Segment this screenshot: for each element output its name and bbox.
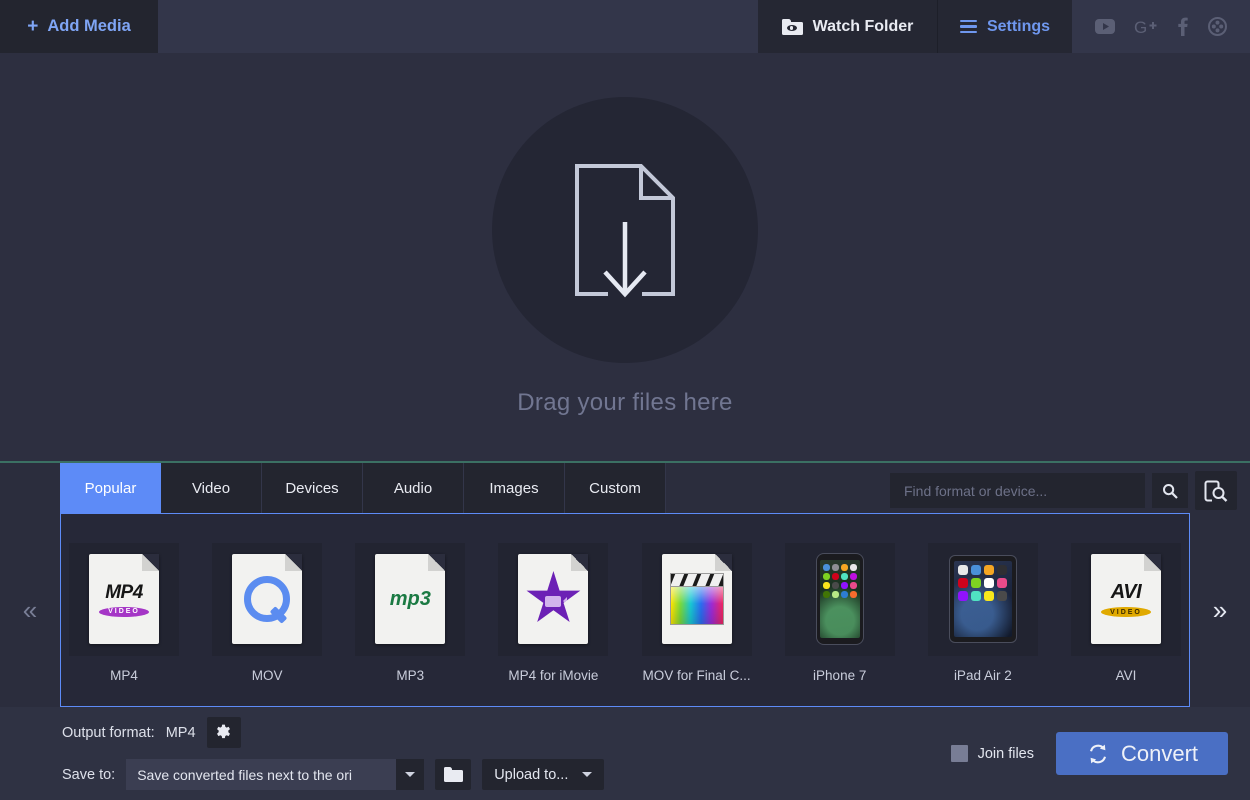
format-label: MP4 <box>110 667 138 683</box>
quicktime-file-icon <box>212 542 323 656</box>
svg-text:G: G <box>1134 18 1147 36</box>
tab-label: Popular <box>84 479 137 497</box>
tab-video[interactable]: Video <box>161 463 262 513</box>
save-to-label: Save to: <box>62 766 116 783</box>
film-reel-icon[interactable] <box>1207 17 1227 36</box>
format-label: MP4 for iMovie <box>508 667 599 683</box>
output-format-value: MP4 <box>165 724 196 741</box>
join-files-checkbox[interactable]: Join files <box>950 745 1034 762</box>
tab-audio[interactable]: Audio <box>363 463 464 513</box>
tab-label: Devices <box>285 479 339 497</box>
document-download-icon <box>575 164 675 300</box>
folder-icon <box>443 767 463 782</box>
carousel-next-button[interactable]: » <box>1190 513 1250 707</box>
format-search: Find format or device... <box>890 471 1237 510</box>
toolbar-spacer <box>158 0 758 53</box>
save-to-row: Save to: Save converted files next to th… <box>62 759 605 790</box>
upload-to-label: Upload to... <box>494 766 569 783</box>
chevron-down-icon <box>582 772 593 777</box>
refresh-cycle-icon <box>1089 744 1106 763</box>
drop-circle <box>492 97 758 363</box>
tab-label: Audio <box>393 479 433 497</box>
format-card-mp4-imovie[interactable]: MP4 for iMovie <box>498 542 609 683</box>
avi-file-icon: AVI VIDEO <box>1070 542 1181 656</box>
format-card-ipad-air-2[interactable]: iPad Air 2 <box>927 542 1038 683</box>
magnifier-icon <box>1163 483 1178 499</box>
chevron-right-icon: » <box>1212 594 1228 625</box>
save-to-value: Save converted files next to the ori <box>126 759 397 790</box>
ipad-device-icon <box>927 542 1038 656</box>
format-card-mov-finalcut[interactable]: MOV for Final C... <box>641 542 752 683</box>
watch-folder-button[interactable]: Watch Folder <box>758 0 938 53</box>
add-media-label: Add Media <box>47 17 131 35</box>
device-search-button[interactable] <box>1195 471 1237 510</box>
format-badge: VIDEO <box>99 606 149 617</box>
device-search-icon <box>1204 480 1228 502</box>
format-card-mp3[interactable]: mp3 MP3 <box>355 542 466 683</box>
top-toolbar: + Add Media Watch Folder Settings G <box>0 0 1250 53</box>
format-label: MOV for Final C... <box>642 667 751 683</box>
format-badge: VIDEO <box>1101 607 1151 617</box>
tab-label: Video <box>191 479 231 497</box>
format-label: MOV <box>251 667 283 683</box>
mp4-file-icon: MP4 VIDEO <box>69 542 179 656</box>
format-label: iPhone 7 <box>813 667 867 683</box>
tab-label: Custom <box>589 479 641 497</box>
tab-label: Images <box>489 479 539 497</box>
social-links: G <box>1072 0 1250 53</box>
format-list: MP4 VIDEO MP4 MOV mp3 MP3 MP4 for iMovie… <box>60 513 1190 707</box>
format-label: MP3 <box>396 667 425 683</box>
join-files-label: Join files <box>977 745 1034 762</box>
tab-devices[interactable]: Devices <box>262 463 363 513</box>
tab-popular[interactable]: Popular <box>60 463 161 513</box>
convert-button[interactable]: Convert <box>1056 732 1228 775</box>
format-card-iphone-7[interactable]: iPhone 7 <box>784 542 895 683</box>
iphone-device-icon <box>784 542 895 656</box>
tab-images[interactable]: Images <box>464 463 565 513</box>
hamburger-icon <box>959 19 977 34</box>
format-tabs: Popular Video Devices Audio Images Custo… <box>0 463 1250 513</box>
final-cut-clapper-icon <box>641 542 752 656</box>
plus-icon: + <box>27 16 39 37</box>
settings-label: Settings <box>986 17 1051 35</box>
gear-icon <box>217 724 230 739</box>
format-carousel: « MP4 VIDEO MP4 MOV mp3 MP3 MP4 for iMov… <box>0 513 1250 707</box>
search-input[interactable]: Find format or device... <box>890 473 1145 508</box>
file-drop-zone[interactable]: Drag your files here <box>0 53 1250 463</box>
google-plus-icon[interactable]: G <box>1134 18 1158 36</box>
format-label: AVI <box>1115 667 1137 683</box>
watch-folder-label: Watch Folder <box>812 17 914 35</box>
convert-label: Convert <box>1120 740 1199 766</box>
output-format-label: Output format: <box>62 724 155 741</box>
save-to-dropdown[interactable]: Save converted files next to the ori <box>126 759 425 790</box>
search-button[interactable] <box>1152 473 1188 508</box>
format-card-mp4[interactable]: MP4 VIDEO MP4 <box>69 542 179 683</box>
chevron-down-icon <box>396 759 425 790</box>
bottom-toolbar: Output format: MP4 Save to: Save convert… <box>0 707 1250 800</box>
output-format-row: Output format: MP4 <box>62 717 604 748</box>
drop-zone-text: Drag your files here <box>517 389 733 416</box>
convert-controls: Join files Convert <box>950 732 1228 775</box>
format-settings-button[interactable] <box>206 717 241 748</box>
output-settings: Output format: MP4 Save to: Save convert… <box>62 717 605 790</box>
checkbox-box <box>950 745 968 762</box>
browse-folder-button[interactable] <box>435 759 472 790</box>
settings-button[interactable]: Settings <box>938 0 1072 53</box>
tab-custom[interactable]: Custom <box>565 463 666 513</box>
format-label: iPad Air 2 <box>953 667 1012 683</box>
format-card-mov[interactable]: MOV <box>212 542 323 683</box>
carousel-prev-button[interactable]: « <box>0 513 60 707</box>
imovie-star-icon <box>498 542 609 656</box>
folder-eye-icon <box>781 18 803 35</box>
app-window: + Add Media Watch Folder Settings G Drag… <box>0 0 1250 800</box>
format-panel: Popular Video Devices Audio Images Custo… <box>0 463 1250 707</box>
chevron-left-icon: « <box>22 594 38 625</box>
youtube-icon[interactable] <box>1095 19 1116 34</box>
add-media-button[interactable]: + Add Media <box>0 0 158 53</box>
format-card-avi[interactable]: AVI VIDEO AVI <box>1070 542 1181 683</box>
upload-to-dropdown[interactable]: Upload to... <box>482 759 605 790</box>
search-placeholder: Find format or device... <box>904 482 1048 499</box>
facebook-icon[interactable] <box>1177 17 1189 36</box>
mp3-file-icon: mp3 <box>355 542 466 656</box>
